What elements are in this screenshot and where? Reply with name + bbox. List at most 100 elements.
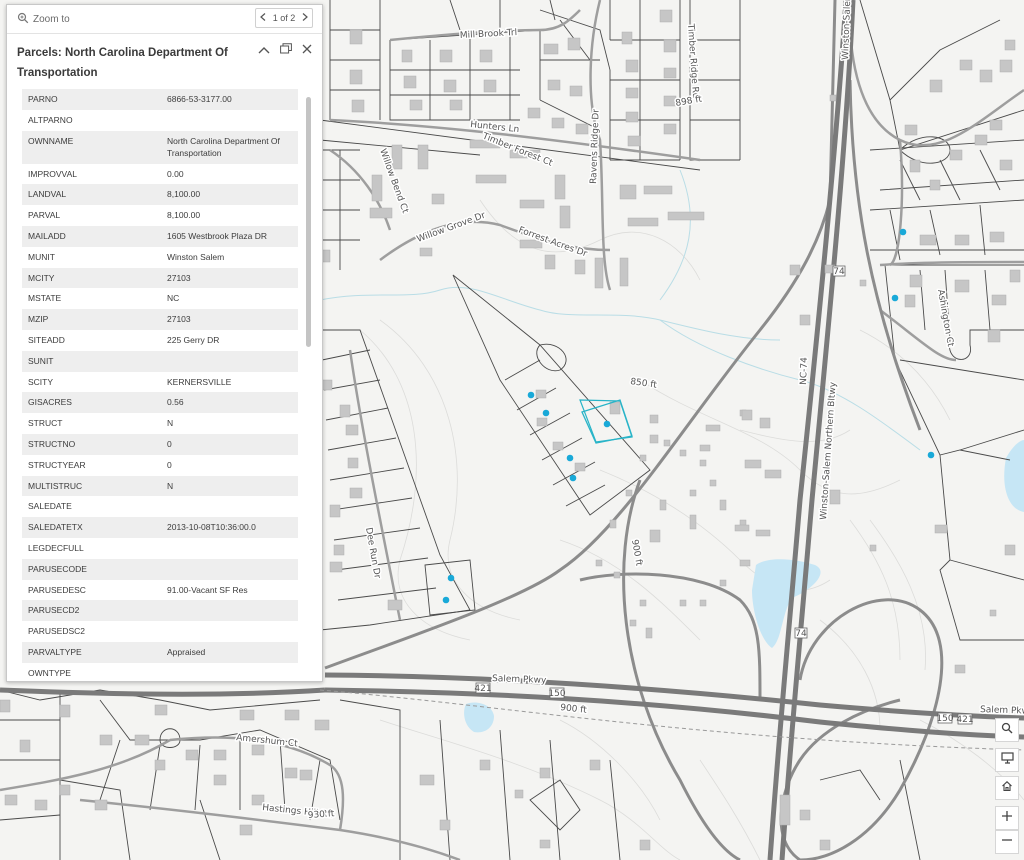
attribute-row: LANDVAL 8,100.00 bbox=[22, 184, 298, 206]
previous-feature-icon[interactable] bbox=[260, 13, 266, 23]
close-icon bbox=[302, 41, 312, 59]
attribute-value: 0.56 bbox=[161, 392, 298, 414]
minus-icon bbox=[1001, 833, 1013, 851]
attribute-value bbox=[161, 350, 298, 372]
attribute-key: MCITY bbox=[22, 267, 161, 289]
attribute-table-container[interactable]: PARNO 6866-53-3177.00 ALTPARNO OWNNAME North… bbox=[22, 89, 304, 679]
feature-point[interactable] bbox=[566, 454, 574, 462]
attribute-key: PARUSECD2 bbox=[22, 600, 161, 622]
feature-point[interactable] bbox=[447, 574, 455, 582]
scrollbar-thumb[interactable] bbox=[306, 97, 311, 347]
attribute-value: 27103 bbox=[161, 309, 298, 330]
attribute-row: SITEADD 225 Gerry DR bbox=[22, 330, 298, 351]
attribute-value: 2013-10-08T10:36:00.0 bbox=[161, 517, 298, 538]
presentation-button[interactable] bbox=[995, 748, 1019, 772]
attribute-value: 0 bbox=[161, 433, 298, 455]
feature-pager: 1 of 2 bbox=[255, 8, 313, 28]
attribute-value bbox=[161, 663, 298, 679]
attribute-value: 225 Gerry DR bbox=[167, 334, 220, 345]
attribute-value: Appraised bbox=[161, 641, 298, 663]
attribute-value: 6866-53-3177.00 bbox=[161, 89, 298, 110]
dock-icon bbox=[280, 41, 292, 59]
attribute-row: MCITY 27103 bbox=[22, 267, 298, 289]
attribute-row: MUNIT Winston Salem bbox=[22, 247, 298, 268]
attribute-row: IMPROVVAL 0.00 bbox=[22, 164, 298, 185]
popup-scrollbar[interactable] bbox=[306, 93, 312, 681]
feature-popup: Zoom to 1 of 2 Parcels: North Carolina D… bbox=[6, 4, 323, 682]
route-shield-label: 150 bbox=[548, 689, 565, 699]
attribute-value: NC bbox=[167, 293, 180, 304]
attribute-row: STRUCT N bbox=[22, 413, 298, 434]
attribute-row: PARUSECD2 bbox=[22, 600, 298, 622]
feature-point[interactable] bbox=[603, 420, 611, 428]
popup-toolbar: Zoom to 1 of 2 bbox=[7, 5, 322, 34]
route-shield-label: 421 bbox=[956, 715, 973, 725]
attribute-row: PARUSEDSC2 bbox=[22, 621, 298, 642]
attribute-row: ALTPARNO bbox=[22, 110, 298, 131]
attribute-row: PARVAL 8,100.00 bbox=[22, 205, 298, 226]
dock-button[interactable] bbox=[277, 41, 295, 59]
attribute-key: MAILADD bbox=[22, 225, 161, 247]
attribute-row: PARUSECODE bbox=[22, 558, 298, 580]
attribute-row: MAILADD 1605 Westbrook Plaza DR bbox=[22, 225, 298, 247]
feature-point[interactable] bbox=[927, 451, 935, 459]
zoom-to-button[interactable]: Zoom to bbox=[17, 11, 70, 27]
attribute-value: KERNERSVILLE bbox=[167, 376, 232, 387]
attribute-row: PARNO 6866-53-3177.00 bbox=[22, 89, 298, 110]
attribute-value bbox=[161, 558, 298, 580]
collapse-button[interactable] bbox=[255, 41, 273, 59]
zoom-in-button[interactable] bbox=[995, 806, 1019, 830]
attribute-key: PARVAL bbox=[28, 210, 61, 221]
home-button[interactable] bbox=[995, 776, 1019, 800]
attribute-row: MZIP 27103 bbox=[22, 309, 298, 330]
attribute-row: OWNTYPE bbox=[22, 663, 298, 679]
attribute-key: SITEADD bbox=[28, 334, 65, 345]
feature-point[interactable] bbox=[442, 596, 450, 604]
attribute-key: SALEDATETX bbox=[22, 517, 161, 538]
attribute-row: PARVALTYPE Appraised bbox=[22, 641, 298, 663]
attribute-row: SUNIT bbox=[22, 350, 298, 372]
attribute-key: SUNIT bbox=[22, 350, 161, 372]
close-button[interactable] bbox=[298, 41, 316, 59]
attribute-row: STRUCTYEAR 0 bbox=[22, 455, 298, 476]
attribute-key: STRUCTYEAR bbox=[28, 459, 86, 470]
attribute-value: N bbox=[161, 475, 298, 497]
search-icon bbox=[1001, 721, 1013, 739]
monitor-icon bbox=[1000, 751, 1014, 769]
feature-point[interactable] bbox=[569, 474, 577, 482]
route-shield-label: 74 bbox=[795, 629, 807, 639]
attribute-row: SALEDATE bbox=[22, 496, 298, 517]
attribute-value: Winston Salem bbox=[167, 251, 225, 262]
map-label: Salem Pkwy bbox=[492, 674, 547, 686]
feature-point[interactable] bbox=[899, 228, 907, 236]
attribute-row: SALEDATETX 2013-10-08T10:36:00.0 bbox=[22, 517, 298, 538]
attribute-row: MSTATE NC bbox=[22, 288, 298, 309]
map-label: NC-74 bbox=[799, 357, 810, 385]
feature-point[interactable] bbox=[542, 409, 550, 417]
attribute-value bbox=[161, 621, 298, 642]
attribute-key: LEGDECFULL bbox=[28, 542, 84, 553]
search-button[interactable] bbox=[995, 718, 1019, 742]
attribute-key: MSTATE bbox=[28, 293, 62, 304]
feature-point[interactable] bbox=[891, 294, 899, 302]
attribute-table: PARNO 6866-53-3177.00 ALTPARNO OWNNAME North… bbox=[22, 89, 298, 679]
attribute-key: IMPROVVAL bbox=[28, 168, 77, 179]
attribute-key: OWNTYPE bbox=[28, 667, 71, 678]
attribute-row: SCITY KERNERSVILLE bbox=[22, 372, 298, 393]
feature-point[interactable] bbox=[527, 391, 535, 399]
plus-icon bbox=[1001, 809, 1013, 827]
attribute-key: STRUCT bbox=[28, 418, 63, 429]
zoom-out-button[interactable] bbox=[995, 830, 1019, 854]
zoom-to-label: Zoom to bbox=[33, 13, 70, 25]
attribute-row: LEGDECFULL bbox=[22, 538, 298, 559]
attribute-row: STRUCTNO 0 bbox=[22, 433, 298, 455]
attribute-key: PARUSECODE bbox=[22, 558, 161, 580]
attribute-value bbox=[161, 600, 298, 622]
attribute-value: 0.00 bbox=[167, 168, 184, 179]
attribute-value: 91.00-Vacant SF Res bbox=[167, 584, 248, 595]
attribute-value: 0 bbox=[167, 459, 172, 470]
attribute-value: 27103 bbox=[161, 267, 298, 289]
next-feature-icon[interactable] bbox=[302, 13, 308, 23]
chevron-up-icon bbox=[258, 41, 270, 59]
attribute-value: N bbox=[167, 418, 174, 429]
